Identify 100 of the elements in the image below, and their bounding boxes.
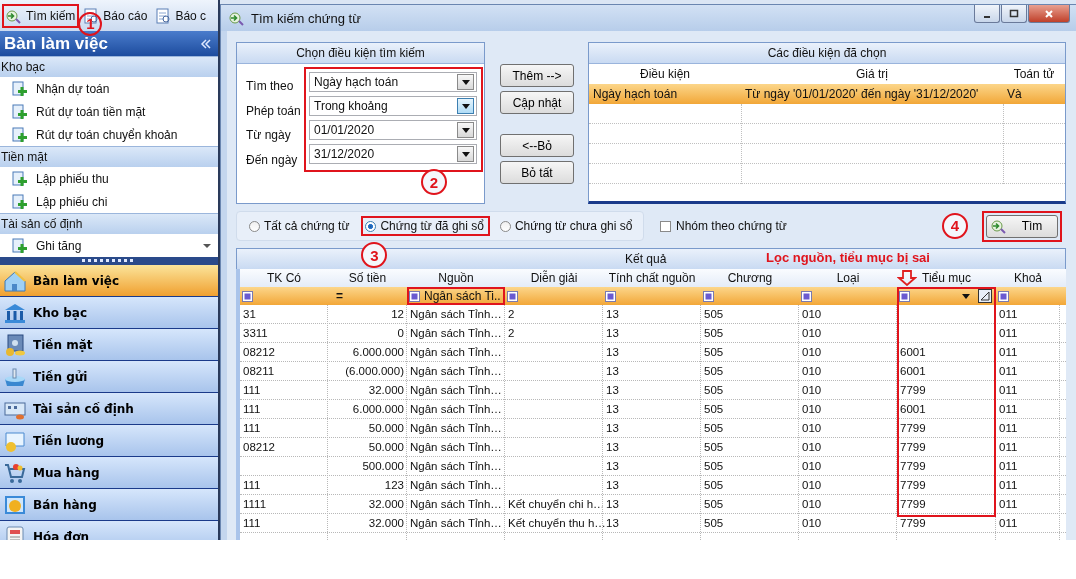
action-button[interactable]: <--Bỏ (500, 134, 574, 157)
action-button[interactable]: Thêm --> (500, 64, 574, 87)
table-cell: 13 (606, 384, 619, 396)
navigation-button[interactable]: Hóa đơn (0, 521, 218, 540)
table-cell: 3311 (243, 327, 268, 339)
filter-icon[interactable] (409, 290, 420, 302)
table-cell: 011 (999, 327, 1018, 339)
filter-icon[interactable] (242, 290, 253, 302)
sidebar-item[interactable]: Lập phiếu thu (36, 171, 109, 186)
table-cell: 13 (606, 422, 619, 434)
report-button[interactable]: Báo c (151, 3, 211, 28)
table-cell: 505 (704, 403, 724, 415)
filter-icon[interactable] (605, 290, 616, 302)
search-button[interactable]: Tìm kiếm (2, 3, 80, 28)
table-cell: 08211 (243, 365, 275, 377)
column-header[interactable]: Khoả (996, 269, 1060, 287)
dropdown-arrow-icon[interactable] (962, 293, 970, 299)
table-cell: Ngân sách Tỉnh… (410, 384, 502, 396)
action-button[interactable]: Bỏ tất (500, 161, 574, 184)
table-cell: 010 (802, 422, 822, 434)
search-button[interactable]: Tìm (986, 214, 1058, 238)
clear-filter-icon[interactable] (978, 289, 992, 303)
navigation-button[interactable]: Tài sản cố định (0, 393, 218, 425)
column-header[interactable]: Chương (701, 269, 799, 287)
dropdown-field[interactable]: 31/12/2020 (309, 144, 477, 164)
collapse-icon[interactable] (200, 38, 212, 49)
radio-option[interactable]: Tất cả chứng từ (249, 219, 350, 233)
table-cell: 111 (243, 384, 261, 396)
navigation-button[interactable]: Tiền gửi (0, 361, 218, 393)
column-header[interactable]: Tính chất nguồn (603, 269, 701, 287)
sidebar-item[interactable]: Rút dự toán chuyển khoản (36, 127, 178, 142)
column-header[interactable]: Diễn giải (505, 269, 603, 287)
search-icon (229, 10, 245, 26)
navigation-button[interactable]: Mua hàng (0, 457, 218, 489)
sidebar-group-header[interactable]: Tiền mặt (0, 146, 218, 167)
filter-icon[interactable] (998, 290, 1009, 302)
window-title: Tìm kiếm chứng từ (251, 10, 361, 26)
navigation-button[interactable]: Bán hàng (0, 489, 218, 521)
filter-icon[interactable] (507, 290, 518, 302)
document-plus-icon (12, 103, 28, 120)
sidebar-item[interactable]: Nhận dự toán (36, 81, 110, 96)
table-cell: 010 (802, 384, 822, 396)
column-header[interactable]: Tiểu mục (897, 269, 996, 287)
minimize-button[interactable] (974, 5, 1000, 23)
document-plus-icon (12, 237, 28, 254)
filter-icon[interactable] (899, 290, 910, 302)
table-cell: Ngân sách Tỉnh… (410, 346, 502, 358)
table-cell: 7799 (900, 460, 926, 472)
filter-icon[interactable] (801, 290, 812, 302)
dropdown-arrow-icon (461, 103, 470, 109)
field-label: Đến ngày (246, 151, 299, 169)
maximize-icon (1009, 8, 1019, 19)
table-cell: 6001 (900, 346, 926, 358)
column-header[interactable]: Loại (799, 269, 897, 287)
checkbox[interactable]: Nhóm theo chứng từ (660, 219, 787, 233)
table-cell: 13 (606, 517, 619, 529)
panel-header: Chọn điều kiện tìm kiếm (237, 43, 484, 64)
sidebar-group-header[interactable]: Tài sản cố định (0, 213, 218, 234)
sidebar-item[interactable]: Ghi tăng (36, 238, 82, 253)
maximize-button[interactable] (1001, 5, 1027, 23)
table-cell: 13 (606, 479, 619, 491)
dropdown-field[interactable]: 01/01/2020 (309, 120, 477, 140)
filter-icon[interactable] (703, 290, 714, 302)
table-cell: 011 (999, 346, 1018, 358)
sidebar-item[interactable]: Rút dự toán tiền mặt (36, 104, 146, 119)
table-cell: Ngân sách Tỉnh… (410, 460, 502, 472)
field-label: Tìm theo (246, 78, 295, 96)
table-cell: 505 (704, 517, 724, 529)
close-button[interactable] (1028, 5, 1070, 23)
table-cell: 08212 (243, 346, 275, 358)
navigation-button[interactable]: Tiền lương (0, 425, 218, 457)
table-cell: 13 (606, 308, 619, 320)
table-row[interactable]: Ngày hạch toán Từ ngày '01/01/2020' đến ngày '31/12/2020' Và (589, 84, 1065, 104)
table-cell: 6.000.000 (352, 403, 404, 415)
table-cell: 505 (704, 346, 724, 358)
scroll-down-icon[interactable] (202, 243, 212, 249)
table-cell: 010 (802, 517, 822, 529)
document-plus-icon (12, 126, 28, 143)
column-header[interactable]: Nguồn (407, 269, 505, 287)
sidebar-item[interactable]: Lập phiếu chi (36, 194, 108, 209)
table-cell: 505 (704, 498, 724, 510)
action-button[interactable]: Cập nhật (500, 91, 574, 114)
step-marker: 3 (361, 242, 388, 268)
dropdown-field[interactable]: Ngày hạch toán (309, 72, 477, 92)
table-cell: 08212 (243, 441, 275, 453)
table-cell: 1111 (243, 498, 267, 510)
annotation-note: Lọc nguồn, tiểu mục bị sai (766, 250, 930, 265)
sidebar-group-header[interactable]: Kho bạc (0, 56, 218, 77)
splitter-grip-icon[interactable] (82, 259, 136, 263)
navigation-button[interactable]: Bàn làm việc (0, 265, 218, 297)
navigation-button[interactable]: Tiền mặt (0, 329, 218, 361)
table-cell: 13 (606, 365, 619, 377)
dropdown-field[interactable]: Trong khoảng (309, 96, 477, 116)
column-header[interactable]: TK Có (240, 269, 328, 287)
navigation-button[interactable]: Kho bạc (0, 297, 218, 329)
filter-value[interactable]: Ngân sách Ti.. (424, 289, 501, 303)
radio-option[interactable]: Chứng từ chưa ghi sổ (499, 219, 633, 233)
radio-option[interactable]: Chứng từ đã ghi sổ (365, 219, 484, 233)
column-header[interactable]: Số tiền (328, 269, 407, 287)
filter-operator[interactable]: = (330, 289, 343, 303)
